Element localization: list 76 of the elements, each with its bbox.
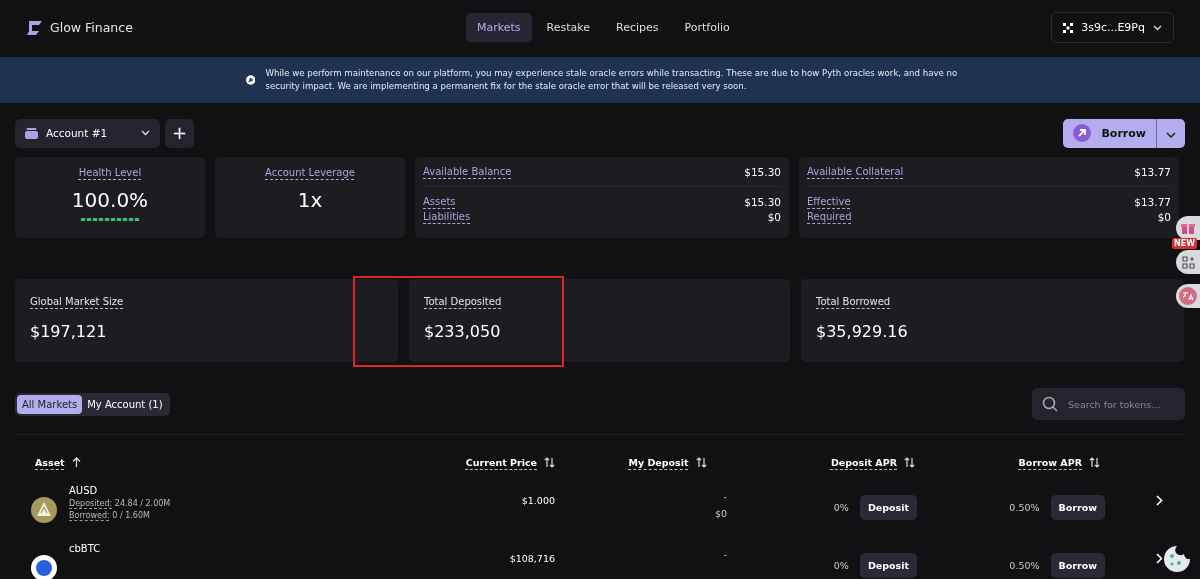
- price-cell-text: $108,716: [508, 553, 555, 564]
- logo-icon: [26, 19, 44, 36]
- health-bar: [81, 218, 139, 221]
- column-header[interactable]: Current Price: [465, 456, 537, 468]
- token-icon: [31, 497, 57, 523]
- nav-tab[interactable]: Recipes: [605, 13, 670, 42]
- metric-value: 100.0%: [71, 188, 149, 212]
- borrow-apr: 0.50%: [1009, 502, 1040, 513]
- translate-icon: [1179, 287, 1197, 305]
- balance-value: $15.30: [744, 196, 781, 208]
- wallet-button[interactable]: 3s9c...E9Pq: [1051, 12, 1174, 43]
- deposit-value: $0: [714, 508, 727, 519]
- asset-name: AUSD: [69, 485, 99, 496]
- stat-label: Global Market Size: [30, 296, 124, 307]
- deposit-apr: 0%: [833, 502, 849, 513]
- balance-value: $0: [1157, 211, 1171, 223]
- borrow-apr: 0.50%: [1009, 560, 1040, 571]
- metric-label: Account Leverage: [265, 167, 355, 178]
- balance-value: $13.77: [1134, 166, 1171, 178]
- gift-icon: [1181, 221, 1195, 235]
- add-account-button[interactable]: +: [165, 118, 194, 148]
- new-badge: NEW: [1172, 238, 1197, 249]
- metric-label: Health Level: [78, 167, 142, 178]
- caret-icon: [1166, 131, 1176, 138]
- deposited-info: Deposited: 24.84 / 2.00M: [69, 499, 171, 508]
- nav-tab[interactable]: Portfolio: [673, 13, 741, 42]
- nav-tab[interactable]: Restake: [535, 13, 601, 42]
- stat-value: $233,050: [424, 322, 502, 341]
- translate-button[interactable]: [1176, 284, 1200, 308]
- borrowed-info: Borrowed: 0 / 1.60M: [69, 511, 151, 520]
- column-header[interactable]: Asset: [35, 456, 65, 468]
- search-icon: [1042, 396, 1058, 412]
- balance-label: Liabilities: [423, 211, 471, 223]
- column-header[interactable]: Borrow APR: [1018, 456, 1082, 468]
- stat-label: Total Deposited: [424, 296, 502, 307]
- balance-label: Available Balance: [423, 166, 512, 178]
- asset-name: cbBTC: [69, 543, 101, 554]
- balance-value: $13.77: [1134, 196, 1171, 208]
- stat-value: $35,929.16: [816, 322, 909, 341]
- nav-tab[interactable]: Markets: [466, 13, 532, 42]
- stat-value: $197,121: [30, 322, 108, 341]
- borrow-menu-button[interactable]: [1156, 118, 1185, 148]
- metric-value: 1x: [297, 188, 323, 212]
- filter-tab[interactable]: My Account (1): [82, 394, 168, 414]
- deposit-amount: -: [723, 491, 727, 502]
- token-icon: [31, 555, 57, 579]
- caret-icon: [141, 130, 150, 136]
- filter-tab[interactable]: All Markets: [17, 394, 83, 414]
- arrow-up-right-icon: [1073, 124, 1092, 142]
- caret-icon: [1153, 24, 1162, 31]
- deposit-apr: 0%: [833, 560, 849, 571]
- column-header[interactable]: My Deposit: [628, 456, 689, 468]
- cookie-icon: [1162, 544, 1192, 574]
- balance-label: Available Collateral: [807, 166, 904, 178]
- balance-value: $15.30: [744, 166, 781, 178]
- column-header[interactable]: Deposit APR: [830, 456, 897, 468]
- deposit-amount: -: [723, 549, 727, 560]
- banner-text: While we perform maintenance on our platform, you may experience stale oracle errors while transacting. These are due to how Pyth oracles work, and have no security impact. We are implementing a permanent fix for the stale oracle error that will be released very soon.: [265, 67, 959, 93]
- price-cell-text: $1.000: [520, 495, 555, 506]
- cookie-button[interactable]: [1162, 544, 1192, 574]
- balance-label: Assets: [423, 196, 456, 208]
- balance-label: Required: [807, 211, 852, 223]
- borrow-button[interactable]: Borrow: [1050, 495, 1105, 520]
- balance-label: Effective: [807, 196, 851, 208]
- chevron-right-icon[interactable]: [1156, 495, 1163, 506]
- brand-name: Glow Finance: [50, 20, 133, 35]
- account-dropdown[interactable]: Account #1: [15, 118, 160, 148]
- stat-label: Total Borrowed: [816, 296, 891, 307]
- borrow-button[interactable]: Borrow: [1063, 118, 1156, 148]
- balance-value: $0: [767, 211, 781, 223]
- apps-icon: [1181, 255, 1195, 269]
- deposit-button[interactable]: Deposit: [859, 553, 917, 578]
- deposit-button[interactable]: Deposit: [859, 495, 917, 520]
- search-field[interactable]: Search for tokens...: [1032, 388, 1185, 420]
- borrow-button[interactable]: Borrow: [1050, 553, 1105, 578]
- chevron-right-icon[interactable]: [1156, 553, 1163, 564]
